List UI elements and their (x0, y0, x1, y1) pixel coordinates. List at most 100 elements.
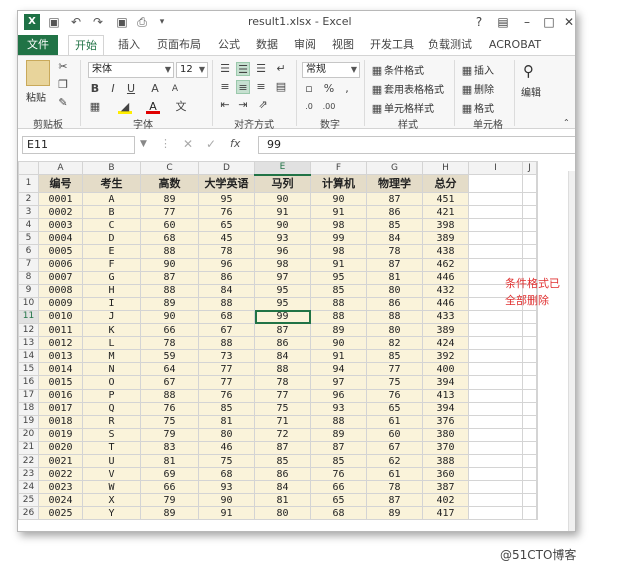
align-left-icon[interactable]: ≡ (218, 80, 232, 94)
data-cell[interactable]: 89 (366, 506, 423, 521)
tab-page-layout[interactable]: 页面布局 (150, 35, 208, 55)
data-cell[interactable]: 0005 (38, 244, 83, 259)
data-cell[interactable]: 88 (140, 244, 199, 259)
align-top-icon[interactable]: ☰ (218, 62, 232, 76)
empty-cell[interactable] (522, 336, 537, 351)
data-cell[interactable]: 0023 (38, 480, 83, 495)
data-cell[interactable]: 60 (140, 218, 199, 233)
data-cell[interactable]: 400 (422, 362, 469, 377)
empty-cell[interactable] (522, 427, 537, 442)
data-cell[interactable]: O (82, 375, 141, 390)
data-cell[interactable]: 85 (254, 453, 311, 469)
column-header[interactable]: H (422, 160, 469, 176)
bold-button[interactable]: B (88, 82, 102, 96)
empty-cell[interactable] (522, 453, 537, 469)
data-cell[interactable]: 61 (366, 467, 423, 482)
data-cell[interactable]: 76 (140, 401, 199, 416)
data-cell[interactable]: 97 (310, 375, 367, 390)
column-header[interactable]: C (140, 160, 199, 176)
font-shrink-button[interactable]: A (168, 82, 182, 96)
data-cell[interactable]: 78 (366, 480, 423, 495)
data-cell[interactable]: 45 (198, 231, 255, 246)
empty-cell[interactable] (522, 493, 537, 508)
data-cell[interactable]: 91 (310, 257, 367, 272)
data-cell[interactable]: 68 (310, 506, 367, 521)
data-cell[interactable]: 87 (366, 192, 423, 207)
header-cell[interactable]: 马列 (254, 174, 311, 194)
empty-cell[interactable] (536, 174, 538, 194)
empty-cell[interactable] (522, 362, 537, 377)
data-cell[interactable]: D (82, 231, 141, 246)
empty-cell[interactable] (536, 414, 538, 429)
column-header[interactable]: G (366, 160, 423, 176)
tab-insert[interactable]: 插入 (112, 35, 146, 55)
row-header[interactable]: 19 (18, 414, 39, 429)
formula-input[interactable]: 99 (258, 136, 575, 154)
data-cell[interactable]: 0019 (38, 427, 83, 442)
data-cell[interactable]: 84 (254, 349, 311, 364)
data-cell[interactable]: 392 (422, 349, 469, 364)
tab-load-test[interactable]: 负载测试 (422, 35, 478, 55)
data-cell[interactable]: 376 (422, 414, 469, 429)
empty-cell[interactable] (468, 336, 523, 351)
data-cell[interactable]: 387 (422, 480, 469, 495)
save-icon[interactable]: ▣ (46, 14, 62, 30)
data-cell[interactable]: 84 (254, 480, 311, 495)
data-cell[interactable]: 0021 (38, 453, 83, 469)
insert-function-icon[interactable]: fx (230, 137, 240, 150)
row-header[interactable]: 2 (18, 192, 39, 207)
name-box-dropdown-icon[interactable]: ▼ (140, 139, 147, 149)
undo-icon[interactable]: ↶ (68, 14, 84, 30)
empty-cell[interactable] (468, 231, 523, 246)
format-painter-icon[interactable]: ✎ (56, 96, 70, 110)
data-cell[interactable]: 98 (310, 244, 367, 259)
empty-cell[interactable] (522, 480, 537, 495)
empty-cell[interactable] (522, 467, 537, 482)
name-box[interactable]: E11 (22, 136, 135, 154)
data-cell[interactable]: 91 (310, 205, 367, 220)
data-cell[interactable]: W (82, 480, 141, 495)
data-cell[interactable]: 75 (254, 401, 311, 416)
data-cell[interactable]: 83 (140, 440, 199, 455)
empty-cell[interactable] (522, 440, 537, 455)
empty-cell[interactable] (468, 506, 523, 521)
tab-file[interactable]: 文件 (18, 35, 58, 55)
customize-toolbar-icon[interactable]: ▾ (154, 14, 170, 30)
data-cell[interactable]: 67 (198, 323, 255, 338)
header-cell[interactable]: 编号 (38, 174, 83, 194)
empty-cell[interactable] (536, 375, 538, 390)
data-cell[interactable]: 98 (310, 218, 367, 233)
empty-cell[interactable] (468, 375, 523, 390)
data-cell[interactable]: 0013 (38, 349, 83, 364)
empty-cell[interactable] (536, 506, 538, 521)
data-cell[interactable]: 78 (198, 244, 255, 259)
empty-cell[interactable] (468, 414, 523, 429)
data-cell[interactable]: 88 (140, 283, 199, 298)
data-cell[interactable]: 90 (310, 336, 367, 351)
empty-cell[interactable] (536, 336, 538, 351)
data-cell[interactable]: 86 (366, 296, 423, 311)
data-cell[interactable]: 0009 (38, 296, 83, 311)
data-cell[interactable]: 75 (198, 453, 255, 469)
data-cell[interactable]: 413 (422, 388, 469, 403)
data-cell[interactable]: 0003 (38, 218, 83, 233)
column-header[interactable]: I (468, 160, 523, 176)
empty-cell[interactable] (468, 205, 523, 220)
data-cell[interactable]: 87 (254, 323, 311, 338)
data-cell[interactable]: N (82, 362, 141, 377)
data-cell[interactable]: 0014 (38, 362, 83, 377)
empty-cell[interactable] (536, 323, 538, 338)
data-cell[interactable]: U (82, 453, 141, 469)
row-header[interactable]: 22 (18, 453, 39, 469)
header-cell[interactable]: 物理学 (366, 174, 423, 194)
expand-formula-icon[interactable]: ⋮ (160, 137, 171, 150)
empty-cell[interactable] (522, 244, 537, 259)
delete-cells-button[interactable]: ▦ 删除 (460, 81, 494, 97)
data-cell[interactable]: 65 (366, 401, 423, 416)
empty-cell[interactable] (536, 218, 538, 233)
data-cell[interactable]: 79 (140, 427, 199, 442)
row-header[interactable]: 23 (18, 467, 39, 482)
data-cell[interactable]: 75 (140, 414, 199, 429)
empty-cell[interactable] (468, 362, 523, 377)
data-cell[interactable]: 59 (140, 349, 199, 364)
